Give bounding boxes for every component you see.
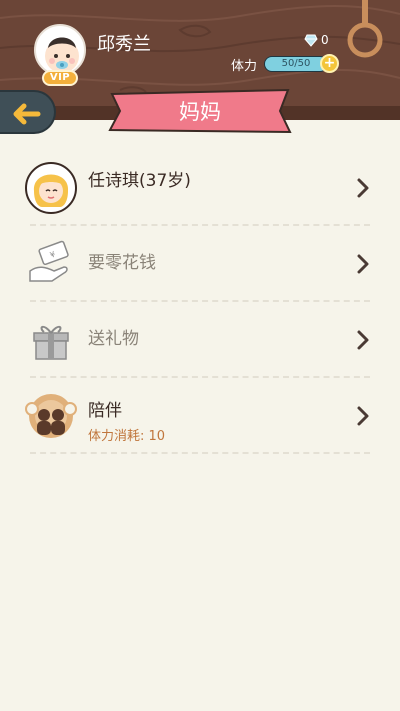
player-avatar[interactable]: [34, 24, 86, 76]
action-list: 任诗琪(37岁) ¥ 要零花钱 送礼物 陪伴 体力消耗: 10: [25, 150, 370, 454]
list-item-companion[interactable]: 陪伴 体力消耗: 10: [25, 378, 370, 454]
companion-label: 陪伴: [88, 401, 122, 421]
companion-icon: [25, 394, 77, 438]
vip-badge: VIP: [42, 70, 78, 86]
add-energy-button[interactable]: +: [320, 54, 339, 73]
pocket-money-label: 要零花钱: [88, 253, 156, 273]
back-arrow-icon: [13, 103, 41, 125]
list-item-person[interactable]: 任诗琪(37岁): [25, 150, 370, 226]
money-hand-icon: ¥: [29, 240, 69, 282]
diamond-count: 0: [321, 33, 329, 47]
ring-pull-icon[interactable]: [344, 0, 386, 60]
list-item-gift[interactable]: 送礼物: [30, 302, 370, 378]
energy-bar: 50/50: [264, 56, 328, 72]
chevron-right-icon: [357, 254, 369, 274]
girl-avatar-icon: [25, 162, 77, 214]
chevron-right-icon: [357, 178, 369, 198]
list-item-pocket-money[interactable]: ¥ 要零花钱: [29, 226, 370, 302]
energy-label: 体力: [231, 59, 258, 74]
username: 邱秀兰: [97, 34, 151, 55]
gift-label: 送礼物: [88, 329, 139, 349]
person-name-label: 任诗琪(37岁): [88, 171, 191, 191]
gift-icon: [33, 325, 69, 360]
energy-value: 50/50: [281, 58, 311, 69]
chevron-right-icon: [357, 406, 369, 426]
chevron-right-icon: [357, 330, 369, 350]
energy-cost-label: 体力消耗: 10: [88, 429, 166, 444]
page-title: 妈妈: [179, 100, 221, 124]
back-button[interactable]: [0, 90, 56, 134]
page-title-ribbon: 妈妈: [108, 88, 292, 134]
diamond-icon: [304, 34, 318, 47]
